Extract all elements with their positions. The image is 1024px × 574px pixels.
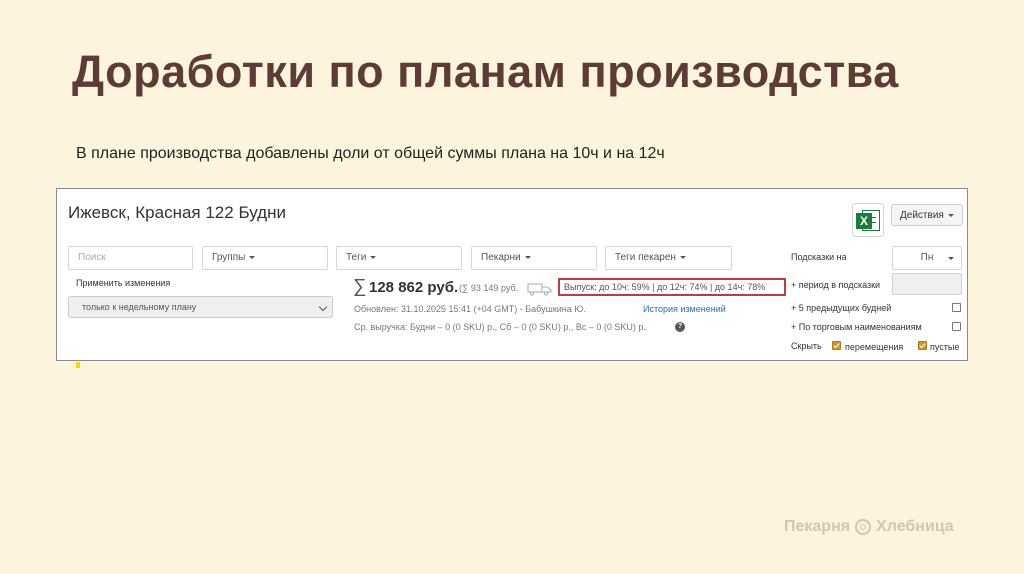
prev-weekdays-checkbox[interactable]	[952, 303, 961, 312]
chevron-down-icon	[679, 255, 686, 259]
search-input[interactable]: Поиск	[68, 246, 193, 270]
bakeries-dropdown-label: Пекарни	[481, 252, 521, 263]
tags-dropdown-label: Теги	[346, 252, 367, 263]
hide-label: Скрыть	[791, 341, 822, 351]
actions-button[interactable]: Действия	[891, 204, 963, 226]
sum-icon: ∑	[353, 276, 367, 297]
brand-left-text: Пекарня	[784, 518, 851, 535]
brand-watermark: Пекарня Хлебница	[784, 518, 954, 536]
pretzel-logo-icon	[855, 519, 872, 535]
add-period-hints-button[interactable]: + период в подсказки	[791, 280, 880, 290]
trade-names-label: + По торговым наименованиям	[791, 322, 922, 332]
help-icon[interactable]: ?	[675, 322, 685, 332]
hide-moves-checkbox[interactable]	[832, 341, 841, 350]
chevron-down-icon	[524, 255, 531, 259]
hide-empty-checkbox[interactable]	[918, 341, 927, 350]
period-hints-input[interactable]	[892, 273, 962, 295]
history-link[interactable]: История изменений	[643, 304, 726, 314]
chevron-down-icon	[948, 257, 954, 260]
excel-x-mark: X	[856, 213, 872, 229]
groups-dropdown[interactable]: Группы	[202, 246, 328, 270]
bakery-tags-dropdown[interactable]: Теги пекарен	[605, 246, 732, 270]
apply-changes-select[interactable]: только к недельному плану	[68, 296, 333, 318]
brand-right-text: Хлебница	[876, 518, 954, 535]
tags-dropdown[interactable]: Теги	[336, 246, 462, 270]
apply-changes-select-value: только к недельному плану	[82, 302, 197, 312]
hints-day-value: Пн	[920, 252, 934, 263]
chevron-down-icon	[249, 255, 256, 259]
apply-changes-label: Применить изменения	[76, 278, 171, 288]
hints-label: Подсказки на	[791, 252, 847, 262]
groups-dropdown-label: Группы	[212, 252, 246, 263]
output-shares-highlight: Выпуск: до 10ч: 59% | до 12ч: 74% | до 1…	[558, 278, 786, 296]
yellow-marker	[76, 362, 80, 368]
hints-day-select[interactable]: Пн	[892, 246, 962, 270]
chevron-down-icon	[947, 213, 954, 217]
app-screenshot: Ижевск, Красная 122 Будни X Действия Пои…	[56, 188, 968, 361]
prev-weekdays-label: + 5 предыдущих будней	[791, 303, 892, 313]
actions-button-label: Действия	[900, 210, 944, 221]
output-shares-text: Выпуск: до 10ч: 59% | до 12ч: 74% | до 1…	[564, 282, 766, 292]
updated-info: Обновлен: 31.10.2025 15:41 (+04 GMT) - Б…	[354, 304, 586, 314]
chevron-down-icon	[318, 302, 328, 312]
page-heading: Ижевск, Красная 122 Будни	[68, 203, 286, 222]
hide-empty-label: пустые	[930, 342, 960, 352]
truck-icon	[527, 283, 552, 296]
bakeries-dropdown[interactable]: Пекарни	[471, 246, 597, 270]
hide-moves-label: перемещения	[845, 342, 904, 352]
slide-title: Доработки по планам производства	[72, 46, 899, 97]
plan-secondary-amount: (∑ 93 149 руб.	[459, 283, 519, 293]
plan-total-amount: 128 862 руб.	[369, 279, 459, 296]
chevron-down-icon	[370, 255, 377, 259]
trade-names-checkbox[interactable]	[952, 322, 961, 331]
avg-revenue-info: Ср. выручка: Будни – 0 (0 SKU) р., Сб – …	[354, 322, 646, 332]
search-placeholder: Поиск	[78, 252, 106, 263]
slide-subtitle: В плане производства добавлены доли от о…	[76, 145, 665, 162]
excel-icon[interactable]: X	[852, 203, 884, 237]
bakery-tags-dropdown-label: Теги пекарен	[615, 252, 676, 263]
